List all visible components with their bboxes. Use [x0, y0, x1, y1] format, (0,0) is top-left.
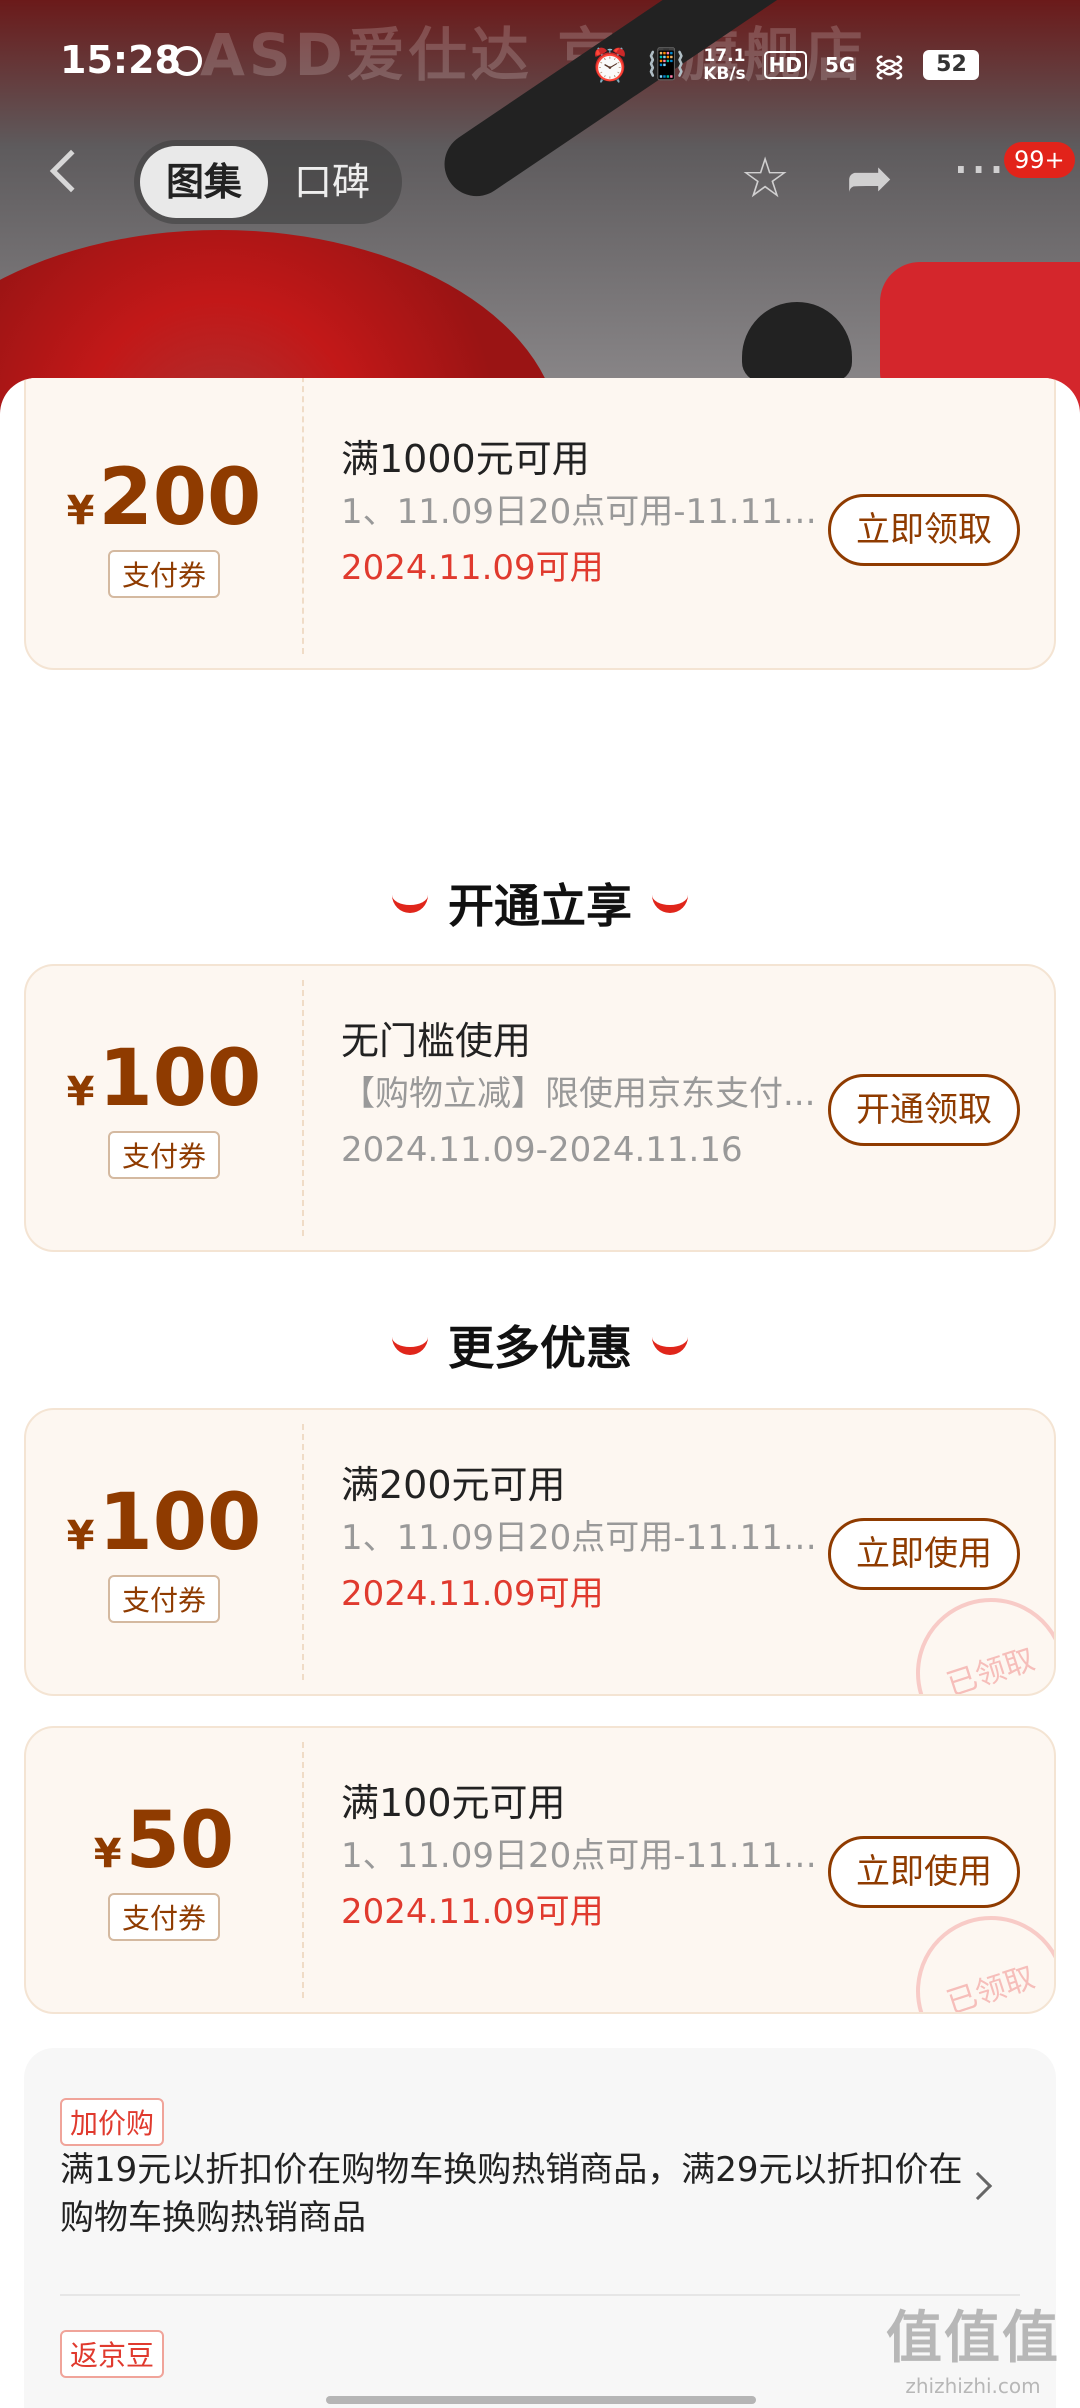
coupon-condition: 满100元可用	[341, 1781, 566, 1825]
section-header-open: 开通立享	[0, 870, 1080, 936]
sync-icon	[172, 46, 202, 76]
coupon-divider	[302, 1424, 304, 1680]
product-page-background: ASD爱仕达 京东旗舰店 图集 口碑 ☆ ➦ ··· 99+ 15:28 ⏰ 📳…	[0, 0, 1080, 420]
status-icons: ⏰ 📳 17.1 KB/s HD 5G ᯼ 52	[590, 44, 980, 85]
coupon-type-tag: 支付券	[107, 1131, 220, 1179]
vibrate-icon: 📳	[647, 47, 686, 82]
coupon-type-tag: 支付券	[107, 1893, 220, 1941]
coupon-value: ¥ 100 支付券	[26, 1410, 302, 1694]
coupon-value: ¥ 200 支付券	[26, 378, 302, 668]
share-icon[interactable]: ➦	[846, 146, 893, 211]
hd-icon: HD	[763, 50, 808, 79]
promo-item[interactable]: 加价购 满19元以折扣价在购物车换购热销商品，满29元以折扣价在购物车换购热销商…	[24, 2048, 1056, 2248]
coupon-amount: ¥ 50	[94, 1799, 234, 1883]
coupon-card: ¥ 100 支付券 满200元可用 1、11.09日20点可用-11.11日23…	[24, 1408, 1056, 1696]
smile-icon	[392, 895, 428, 913]
battery-icon: 52	[923, 49, 980, 80]
smile-icon	[392, 1337, 428, 1355]
alarm-icon: ⏰	[590, 45, 630, 84]
coupon-info: 满200元可用 1、11.09日20点可用-11.11日23点59分59秒 20…	[341, 1460, 841, 1622]
coupon-description: 1、11.09日20点可用-11.11日23点59分59秒	[341, 1518, 821, 1558]
section-title: 开通立享	[448, 879, 632, 933]
coupon-divider	[302, 980, 304, 1236]
message-count-badge: 99+	[1004, 142, 1075, 178]
watermark-logo: 值值值	[886, 2306, 1060, 2371]
tab-reviews[interactable]: 口碑	[268, 146, 396, 218]
currency-symbol: ¥	[66, 1513, 95, 1559]
status-time: 15:28	[60, 38, 181, 82]
amount-value: 200	[98, 453, 262, 543]
claim-now-button[interactable]: 立即领取	[828, 494, 1020, 566]
amount-value: 100	[98, 1034, 262, 1124]
coupon-card: ¥ 200 支付券 满1000元可用 1、11.09日20点可用-11.11日 2…	[24, 378, 1056, 670]
coupon-amount: ¥ 100	[67, 1481, 262, 1565]
section-title: 更多优惠	[448, 1321, 632, 1375]
coupon-type-tag: 支付券	[107, 550, 220, 598]
net-speed: 17.1 KB/s	[703, 47, 745, 83]
claimed-stamp: 已领取	[896, 1896, 1054, 2012]
section-header-more: 更多优惠	[0, 1312, 1080, 1378]
coupon-condition: 无门槛使用	[341, 1019, 532, 1063]
activate-claim-button[interactable]: 开通领取	[828, 1074, 1020, 1146]
gallery-tabs: 图集 口碑	[134, 140, 402, 224]
coupon-amount: ¥ 100	[67, 1037, 262, 1121]
more-icon[interactable]: ···	[952, 138, 1005, 203]
coupon-date: 2024.11.09可用	[341, 1574, 604, 1614]
coupon-description: 【购物立减】限使用京东支付...	[341, 1074, 816, 1114]
status-bar: 15:28 ⏰ 📳 17.1 KB/s HD 5G ᯼ 52	[0, 0, 1080, 120]
discount-sheet: 优惠 ¥ 200 支付券 满1000元可用 1、11.09日20点可用-11.1…	[0, 378, 1080, 2408]
coupon-type-tag: 支付券	[107, 1575, 220, 1623]
promo-divider	[60, 2294, 1020, 2296]
wifi-icon: ᯼	[873, 49, 906, 84]
smile-icon	[652, 1337, 688, 1355]
coupon-date: 2024.11.09可用	[341, 548, 604, 588]
coupon-condition: 满200元可用	[341, 1463, 566, 1507]
coupon-divider	[302, 378, 304, 654]
net-speed-value: 17.1	[703, 45, 746, 66]
amount-value: 100	[98, 1478, 262, 1568]
claimed-stamp: 已领取	[896, 1578, 1054, 1694]
tab-gallery[interactable]: 图集	[140, 146, 268, 218]
coupon-card: ¥ 100 支付券 无门槛使用 【购物立减】限使用京东支付... 2024.11…	[24, 964, 1056, 1252]
watermark-url: zhizhizhi.com	[905, 2374, 1041, 2398]
coupon-info: 满1000元可用 1、11.09日20点可用-11.11日23点59分59秒 2…	[341, 434, 841, 596]
home-indicator[interactable]	[326, 2396, 756, 2404]
coupon-date: 2024.11.09-2024.11.16	[341, 1130, 743, 1170]
promo-description: 满19元以折扣价在购物车换购热销商品，满29元以折扣价在购物车换购热销商品	[60, 2150, 963, 2238]
net-speed-unit: KB/s	[703, 63, 746, 84]
back-icon[interactable]	[49, 149, 93, 193]
promo-tag: 加价购	[60, 2098, 165, 2146]
currency-symbol: ¥	[66, 488, 95, 534]
coupon-description: 1、11.09日20点可用-11.11日23点59分59秒	[341, 1836, 821, 1876]
use-now-button[interactable]: 立即使用	[828, 1836, 1020, 1908]
currency-symbol: ¥	[93, 1831, 122, 1877]
coupon-card: ¥ 50 支付券 满100元可用 1、11.09日20点可用-11.11日23点…	[24, 1726, 1056, 2014]
signal-5g-icon: 5G	[825, 52, 856, 77]
coupon-date: 2024.11.09可用	[341, 1892, 604, 1932]
coupon-value: ¥ 50 支付券	[26, 1728, 302, 2012]
smile-icon	[652, 895, 688, 913]
promo-tag[interactable]: 返京豆	[60, 2330, 165, 2378]
use-now-button[interactable]: 立即使用	[828, 1518, 1020, 1590]
amount-value: 50	[125, 1796, 235, 1886]
currency-symbol: ¥	[66, 1069, 95, 1115]
coupon-info: 无门槛使用 【购物立减】限使用京东支付... 2024.11.09-2024.1…	[341, 1016, 841, 1178]
favorite-star-icon[interactable]: ☆	[740, 146, 790, 211]
watermark: 值值值 zhizhizhi.com	[886, 2293, 1060, 2398]
product-image-lid	[742, 302, 852, 382]
coupon-amount: ¥ 200	[67, 456, 262, 540]
coupon-value: ¥ 100 支付券	[26, 966, 302, 1250]
coupon-condition: 满1000元可用	[341, 437, 590, 481]
coupon-info: 满100元可用 1、11.09日20点可用-11.11日23点59分59秒 20…	[341, 1778, 841, 1940]
coupon-description: 1、11.09日20点可用-11.11日23点59分59秒	[341, 492, 821, 532]
coupon-divider	[302, 1742, 304, 1998]
